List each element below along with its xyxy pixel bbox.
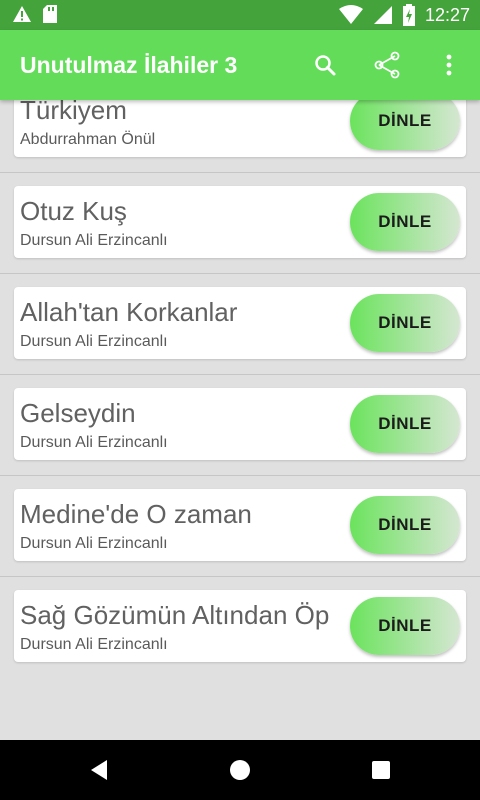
divider bbox=[0, 172, 480, 173]
song-card[interactable]: Gelseydin Dursun Ali Erzincanlı DİNLE bbox=[14, 388, 466, 460]
wifi-icon bbox=[338, 5, 363, 24]
search-button[interactable] bbox=[294, 30, 356, 100]
song-artist: Dursun Ali Erzincanlı bbox=[20, 434, 168, 451]
search-icon bbox=[315, 55, 336, 76]
more-vert-icon bbox=[446, 54, 452, 76]
sd-card-icon bbox=[43, 5, 57, 23]
song-title: Medine'de O zaman bbox=[20, 499, 252, 529]
navigation-bar bbox=[0, 740, 480, 800]
song-title: Gelseydin bbox=[20, 398, 136, 428]
app-bar-actions bbox=[294, 30, 480, 100]
recents-icon[interactable] bbox=[369, 758, 393, 782]
more-options-button[interactable] bbox=[418, 30, 480, 100]
home-icon[interactable] bbox=[228, 758, 252, 782]
song-artist: Abdurrahman Önül bbox=[20, 131, 156, 148]
song-artist: Dursun Ali Erzincanlı bbox=[20, 535, 168, 552]
divider bbox=[0, 576, 480, 577]
listen-button[interactable]: DİNLE bbox=[350, 100, 460, 150]
back-icon[interactable] bbox=[88, 758, 112, 782]
share-button[interactable] bbox=[356, 30, 418, 100]
song-title: Türkiyem bbox=[20, 100, 127, 125]
song-card[interactable]: Allah'tan Korkanlar Dursun Ali Erzincanl… bbox=[14, 287, 466, 359]
signal-icon bbox=[373, 6, 392, 24]
song-artist: Dursun Ali Erzincanlı bbox=[20, 636, 168, 653]
battery-charging-icon bbox=[402, 4, 415, 26]
song-card[interactable]: Sağ Gözümün Altından Öp Dursun Ali Erzin… bbox=[14, 590, 466, 662]
listen-button[interactable]: DİNLE bbox=[350, 294, 460, 352]
song-card[interactable]: Otuz Kuş Dursun Ali Erzincanlı DİNLE bbox=[14, 186, 466, 258]
song-list[interactable]: Türkiyem Abdurrahman Önül DİNLE Otuz Kuş… bbox=[0, 100, 480, 740]
warning-icon bbox=[13, 6, 31, 22]
divider bbox=[0, 374, 480, 375]
song-card[interactable]: Medine'de O zaman Dursun Ali Erzincanlı … bbox=[14, 489, 466, 561]
clock: 12:27 bbox=[424, 5, 470, 25]
song-artist: Dursun Ali Erzincanlı bbox=[20, 232, 168, 249]
listen-button[interactable]: DİNLE bbox=[350, 395, 460, 453]
song-title: Allah'tan Korkanlar bbox=[20, 297, 238, 327]
app-bar: Unutulmaz İlahiler 3 bbox=[0, 30, 480, 100]
listen-button[interactable]: DİNLE bbox=[350, 597, 460, 655]
listen-button[interactable]: DİNLE bbox=[350, 496, 460, 554]
app-title: Unutulmaz İlahiler 3 bbox=[20, 52, 238, 78]
song-title: Sağ Gözümün Altından Öp bbox=[20, 600, 330, 630]
divider bbox=[0, 273, 480, 274]
listen-button[interactable]: DİNLE bbox=[350, 193, 460, 251]
song-card[interactable]: Türkiyem Abdurrahman Önül DİNLE bbox=[14, 100, 466, 157]
song-artist: Dursun Ali Erzincanlı bbox=[20, 333, 168, 350]
status-bar: 12:27 bbox=[0, 0, 480, 30]
share-icon bbox=[374, 51, 400, 79]
song-title: Otuz Kuş bbox=[20, 196, 127, 226]
divider bbox=[0, 475, 480, 476]
